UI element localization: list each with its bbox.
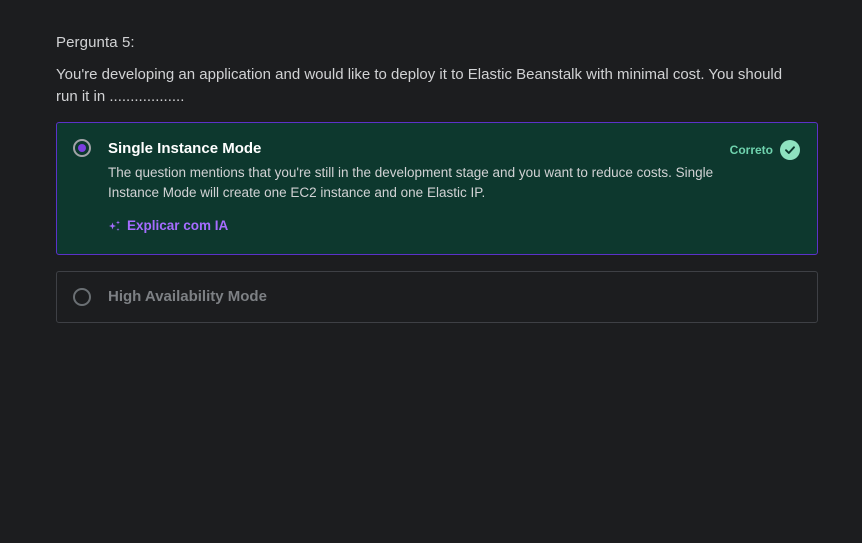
correct-label: Correto (729, 143, 773, 157)
question-text: You're developing an application and wou… (56, 66, 783, 105)
check-circle-icon (780, 140, 800, 160)
radio-dot (78, 144, 86, 152)
answer-option-label: High Availability Mode (108, 288, 267, 305)
radio-selected[interactable] (73, 139, 91, 157)
explain-with-ai-label: Explicar com IA (127, 218, 229, 233)
sparkle-icon (108, 220, 121, 232)
answer-explanation: The question mentions that you're still … (108, 165, 714, 200)
answer-option-high-availability[interactable]: High Availability Mode (56, 271, 818, 323)
correct-badge: Correto (730, 140, 800, 160)
answer-option-label: Single Instance Mode (108, 140, 262, 157)
radio-unselected[interactable] (73, 288, 91, 306)
explain-with-ai-link[interactable]: Explicar com IA (108, 218, 228, 233)
quiz-question-panel: Pergunta 5: You're developing an applica… (0, 0, 862, 543)
question-number: Pergunta 5: (56, 34, 135, 51)
answer-option-single-instance[interactable]: Single Instance Mode Correto The questio… (56, 122, 818, 255)
